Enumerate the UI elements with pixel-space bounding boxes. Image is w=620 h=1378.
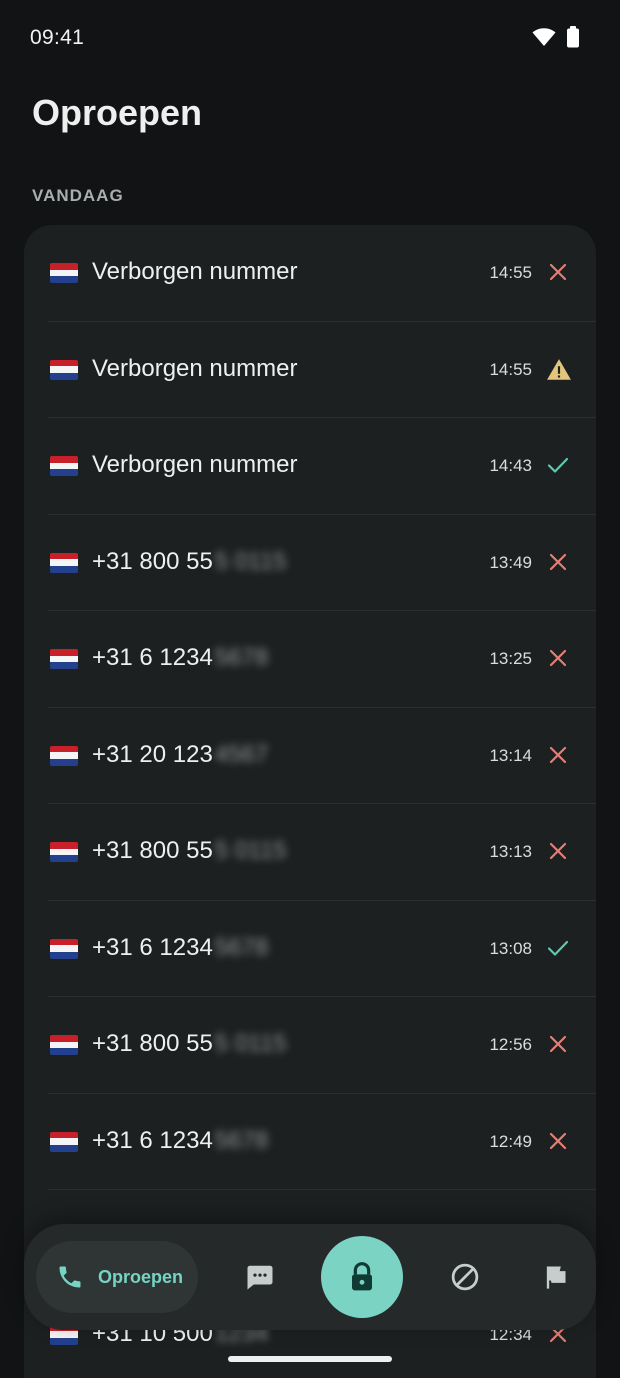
call-number: +31 6 12345678 xyxy=(92,934,268,962)
call-number-redacted: 5 0115 xyxy=(214,1030,287,1057)
nav-item-calls-label: Oproepen xyxy=(98,1267,184,1287)
call-time: 13:08 xyxy=(489,938,532,958)
call-number-visible: +31 800 55 xyxy=(92,837,213,864)
answered-call-icon xyxy=(546,936,570,960)
call-number: Verborgen nummer xyxy=(92,355,299,383)
missed-call-icon xyxy=(546,1032,570,1056)
section-label-today: VANDAAG xyxy=(32,186,124,205)
missed-call-icon xyxy=(546,839,570,863)
call-row[interactable]: +31 6 12345678 12:49 xyxy=(24,1094,596,1191)
nav-item-messages[interactable] xyxy=(242,1259,278,1295)
missed-call-icon xyxy=(546,1129,570,1153)
call-number-visible: Verborgen nummer xyxy=(92,258,298,285)
message-icon xyxy=(247,1265,273,1290)
flag-icon xyxy=(546,1266,566,1289)
nav-item-reports[interactable] xyxy=(537,1259,573,1295)
call-time: 12:49 xyxy=(489,1131,532,1151)
call-time: 12:56 xyxy=(489,1035,532,1054)
call-number-visible: Verborgen nummer xyxy=(92,354,298,382)
call-row[interactable]: Verborgen nummer 14:43 xyxy=(24,418,596,515)
nl-flag-icon xyxy=(50,745,78,766)
call-number: +31 6 12345678 xyxy=(92,644,268,672)
call-number-redacted: 4567 xyxy=(214,740,269,768)
call-number-visible: +31 20 123 xyxy=(92,740,213,768)
call-time: 13:14 xyxy=(489,745,532,765)
nl-flag-icon xyxy=(50,456,78,476)
nl-flag-icon xyxy=(50,1035,78,1055)
home-indicator[interactable] xyxy=(228,1356,392,1362)
call-row[interactable]: Verborgen nummer 14:55 xyxy=(24,322,596,419)
status-icons xyxy=(532,26,580,48)
call-row[interactable]: +31 20 1234567 13:14 xyxy=(24,708,596,805)
phone-icon xyxy=(59,1266,81,1288)
screen: 09:41 Oproepen VANDAAG Verborgen nummer 1… xyxy=(0,0,620,1378)
nl-flag-icon xyxy=(50,263,78,283)
call-number-redacted: 5 0115 xyxy=(214,837,287,864)
status-bar: 09:41 xyxy=(0,0,620,76)
call-number-redacted: 5678 xyxy=(214,1126,269,1154)
battery-icon xyxy=(567,26,579,48)
status-time: 09:41 xyxy=(30,26,85,49)
nl-flag-icon xyxy=(50,1131,78,1152)
call-row[interactable]: +31 800 555 0115 13:49 xyxy=(24,515,596,612)
answered-call-icon xyxy=(546,453,570,477)
nl-flag-icon xyxy=(50,938,78,959)
lock-button[interactable] xyxy=(321,1236,403,1318)
call-time: 14:55 xyxy=(489,359,532,379)
call-number-visible: +31 6 1234 xyxy=(92,644,213,671)
call-number: Verborgen nummer xyxy=(92,451,299,479)
call-number-redacted: 5678 xyxy=(214,933,269,961)
missed-call-icon xyxy=(546,550,570,574)
nl-flag-icon xyxy=(50,552,78,573)
call-row[interactable]: Verborgen nummer 14:55 xyxy=(24,225,596,322)
missed-call-icon xyxy=(546,260,570,284)
call-time: 13:49 xyxy=(489,552,532,572)
page-title: Oproepen xyxy=(32,92,203,133)
call-number: +31 20 1234567 xyxy=(92,741,268,769)
bottom-navigation: Oproepen xyxy=(24,1224,596,1330)
call-number: +31 800 555 0115 xyxy=(92,837,286,865)
call-number: +31 800 555 0115 xyxy=(92,548,286,576)
call-number-visible: +31 6 1234 xyxy=(92,933,213,961)
call-number: Verborgen nummer xyxy=(92,258,299,286)
call-time: 13:25 xyxy=(489,649,532,668)
call-number-redacted: 5678 xyxy=(214,644,269,671)
call-time: 13:13 xyxy=(489,842,532,861)
nl-flag-icon xyxy=(50,649,78,669)
nav-item-calls[interactable]: Oproepen xyxy=(36,1241,198,1313)
call-row[interactable]: +31 6 12345678 13:25 xyxy=(24,611,596,708)
call-number: +31 800 555 0115 xyxy=(92,1030,286,1058)
nl-flag-icon xyxy=(50,359,78,380)
nl-flag-icon xyxy=(50,842,78,862)
call-row[interactable]: +31 800 555 0115 12:56 xyxy=(24,997,596,1094)
block-icon xyxy=(451,1263,479,1291)
call-number-visible: Verborgen nummer xyxy=(92,451,298,478)
lock-icon xyxy=(352,1262,372,1291)
call-number-visible: +31 800 55 xyxy=(92,1030,213,1057)
wifi-icon xyxy=(532,28,556,46)
warning-icon xyxy=(546,357,571,381)
missed-call-icon xyxy=(546,743,570,767)
call-number-redacted: 5 0115 xyxy=(214,547,287,575)
missed-call-icon xyxy=(546,646,570,670)
call-number-visible: +31 800 55 xyxy=(92,547,213,575)
call-time: 14:55 xyxy=(489,263,532,282)
nav-item-blocked[interactable] xyxy=(447,1259,483,1295)
call-list[interactable]: Verborgen nummer 14:55 Verborgen nummer 14:… xyxy=(24,225,596,1378)
call-number: +31 6 12345678 xyxy=(92,1127,268,1155)
call-number-visible: +31 6 1234 xyxy=(92,1126,213,1154)
call-time: 14:43 xyxy=(489,456,532,475)
call-row[interactable]: +31 6 12345678 13:08 xyxy=(24,901,596,998)
call-row[interactable]: +31 800 555 0115 13:13 xyxy=(24,804,596,901)
